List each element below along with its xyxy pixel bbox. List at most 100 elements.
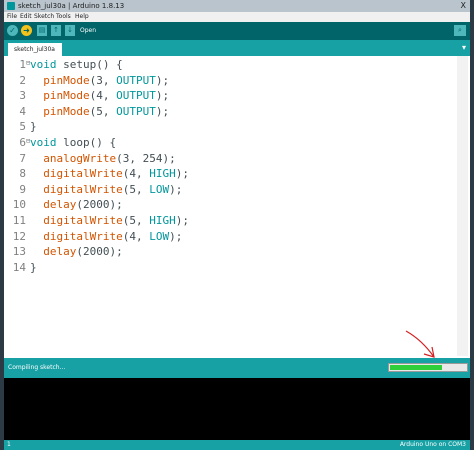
code-text: delay(2000);: [30, 244, 122, 260]
code-line: 9 digitalWrite(5, LOW);: [4, 182, 470, 198]
code-token: (2000);: [76, 198, 123, 212]
cursor-line-number: 1: [7, 441, 11, 448]
toolbar: ✓ ➜ ▤ ↑ ↓ Open ⌕: [4, 22, 470, 40]
compile-progress-fill: [390, 365, 442, 370]
code-token: );: [169, 229, 183, 243]
code-line: 11 digitalWrite(5, HIGH);: [4, 213, 470, 229]
tab-menu-button[interactable]: ▾: [462, 42, 466, 54]
code-token: delay: [43, 198, 77, 212]
code-text: pinMode(5, OUTPUT);: [30, 104, 169, 120]
code-text: void loop() {: [30, 135, 116, 151]
code-token: );: [155, 73, 170, 87]
title-bar: sketch_jul30a | Arduino 1.8.13 X: [4, 0, 470, 12]
code-token: (5,: [89, 104, 117, 118]
close-button[interactable]: X: [461, 0, 466, 12]
code-token: (4,: [89, 89, 117, 103]
code-token: digitalWrite: [43, 213, 123, 227]
magnifier-icon: ⌕: [458, 26, 462, 34]
console-output[interactable]: [4, 378, 470, 440]
menu-edit[interactable]: Edit: [20, 12, 32, 22]
code-text: delay(2000);: [30, 197, 123, 213]
code-token: (3,: [89, 73, 117, 87]
code-token: );: [169, 182, 183, 196]
status-message: Compiling sketch...: [8, 364, 66, 371]
arduino-ide-window: sketch_jul30a | Arduino 1.8.13 X File Ed…: [4, 0, 470, 450]
code-line: 7 analogWrite(3, 254);: [4, 151, 470, 167]
footer-bar: 1 Arduino Uno on COM3: [4, 440, 470, 450]
new-file-icon: ▤: [38, 26, 46, 34]
code-text: digitalWrite(5, HIGH);: [30, 213, 189, 229]
code-line: 14}: [4, 260, 470, 276]
open-button[interactable]: ↑: [51, 25, 61, 36]
line-number: 11: [12, 213, 26, 227]
code-token: HIGH: [149, 213, 176, 227]
code-line: 12 digitalWrite(4, LOW);: [4, 229, 470, 245]
code-text: pinMode(4, OUTPUT);: [30, 88, 169, 104]
code-editor[interactable]: 1 ⊟ void setup() {2 pinMode(3, OUTPUT); 3 p…: [4, 56, 470, 358]
code-token: digitalWrite: [43, 229, 123, 243]
save-arrow-down-icon: ↓: [67, 26, 73, 34]
code-token: LOW: [149, 229, 170, 243]
serial-monitor-button[interactable]: ⌕: [454, 25, 466, 36]
code-token: );: [175, 213, 189, 227]
line-number: 9: [19, 182, 26, 196]
code-token: (4,: [122, 229, 150, 243]
code-line: 4 pinMode(5, OUTPUT);: [4, 104, 470, 120]
code-token: pinMode: [43, 104, 90, 118]
code-line: 8 digitalWrite(4, HIGH);: [4, 166, 470, 182]
code-lines: 1 ⊟ void setup() {2 pinMode(3, OUTPUT); 3 p…: [4, 57, 470, 275]
arduino-app-icon: [7, 2, 15, 10]
code-text: digitalWrite(4, LOW);: [30, 229, 182, 245]
code-token: delay: [43, 245, 77, 259]
board-port-info: Arduino Uno on COM3: [399, 441, 466, 448]
code-token: setup() {: [56, 58, 123, 71]
verify-button[interactable]: ✓: [7, 25, 18, 36]
code-text: void setup() {: [30, 57, 123, 73]
new-button[interactable]: ▤: [37, 25, 47, 36]
code-token: OUTPUT: [116, 104, 156, 118]
code-token: pinMode: [43, 73, 90, 87]
tab-sketch[interactable]: sketch_jul30a: [8, 43, 62, 56]
code-token: }: [30, 120, 37, 134]
code-line: 1 ⊟ void setup() {: [4, 57, 470, 73]
window-title: sketch_jul30a | Arduino 1.8.13: [18, 2, 125, 10]
code-text: }: [30, 119, 37, 135]
vertical-scrollbar[interactable]: [457, 56, 468, 356]
code-token: analogWrite: [43, 151, 117, 165]
code-text: analogWrite(3, 254);: [30, 151, 176, 167]
line-number: 5: [19, 120, 26, 134]
code-token: OUTPUT: [116, 89, 156, 103]
save-button[interactable]: ↓: [65, 25, 75, 36]
code-token: OUTPUT: [116, 73, 156, 87]
upload-button[interactable]: ➜: [21, 25, 32, 36]
code-token: );: [175, 167, 189, 181]
code-token: (5,: [122, 213, 150, 227]
desktop-background-right: [470, 0, 474, 450]
code-token: (3, 254);: [116, 151, 176, 165]
open-arrow-up-icon: ↑: [53, 26, 59, 34]
code-line: 2 pinMode(3, OUTPUT);: [4, 73, 470, 89]
menu-sketch[interactable]: Sketch: [34, 12, 54, 22]
code-token: digitalWrite: [43, 167, 123, 181]
line-number: 6: [19, 135, 26, 149]
check-icon: ✓: [9, 26, 16, 35]
line-number: 14: [12, 260, 26, 274]
code-token: void: [30, 58, 57, 71]
compile-progress-bar: [388, 363, 468, 372]
menu-help[interactable]: Help: [75, 12, 89, 22]
tab-bar: sketch_jul30a ▾: [4, 40, 470, 56]
menu-file[interactable]: File: [7, 12, 17, 22]
menu-tools[interactable]: Tools: [56, 12, 71, 22]
code-text: }: [30, 260, 37, 276]
code-token: (5,: [122, 182, 150, 196]
code-line: 5}: [4, 119, 470, 135]
line-number: 8: [19, 167, 26, 181]
code-text: digitalWrite(4, HIGH);: [30, 166, 189, 182]
